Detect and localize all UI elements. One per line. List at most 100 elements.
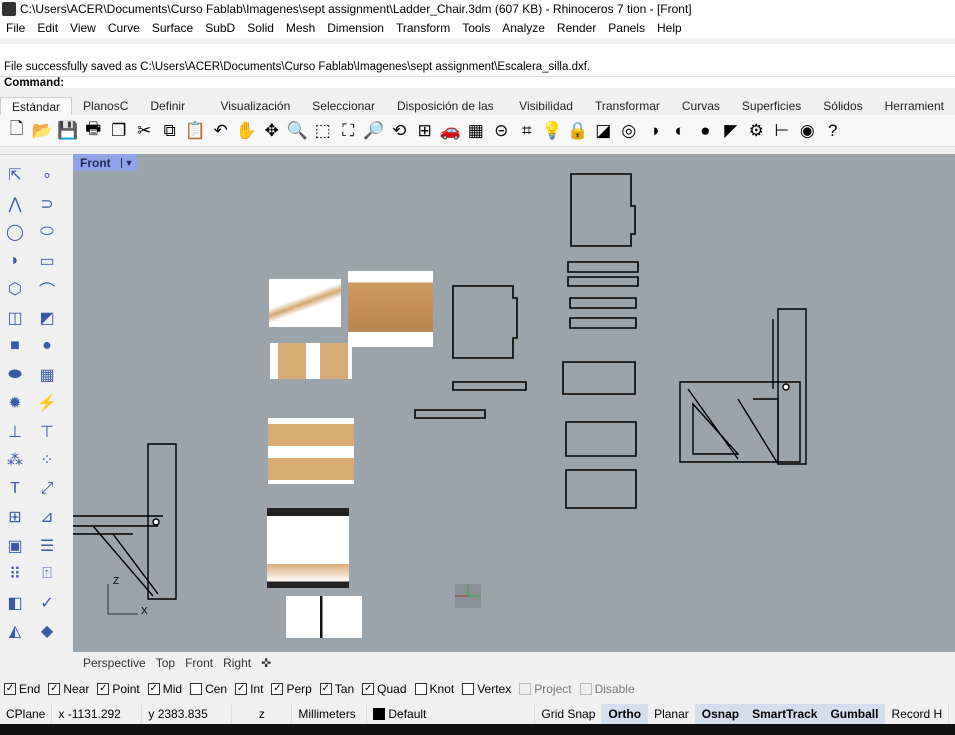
osnap-vertex[interactable]: Vertex [462,682,511,696]
dimension-icon[interactable]: ⊢ [769,119,795,143]
osnap-int[interactable]: ✓ Int [235,682,263,696]
rendered-sphere-icon[interactable]: ◐ [667,119,693,143]
light-icon[interactable]: 💡 [540,119,566,143]
check-icon[interactable]: ✓ [34,591,60,615]
menu-subd[interactable]: SubD [199,21,241,35]
osnap-near[interactable]: ✓ Near [48,682,89,696]
block-icon[interactable]: ▣ [2,534,28,558]
grid-icon[interactable]: ▦ [463,119,489,143]
checkbox[interactable]: ✓ [97,683,110,695]
checkbox[interactable] [519,683,532,695]
menu-tools[interactable]: Tools [456,21,496,35]
toolbar-tab[interactable]: Disposición de las vistas [386,97,508,131]
blue-sphere-icon[interactable]: ● [693,119,719,143]
menu-transform[interactable]: Transform [390,21,456,35]
osnap-cen[interactable]: Cen [190,682,227,696]
box-icon[interactable]: ■ [2,334,28,358]
reference-image[interactable] [270,343,352,379]
viewport-tab-front[interactable]: Front [180,656,218,670]
smarttrack-toggle[interactable]: SmartTrack [746,704,825,724]
zoom-window-icon[interactable]: ⬚ [310,119,336,143]
menu-solid[interactable]: Solid [241,21,280,35]
menu-curve[interactable]: Curve [102,21,146,35]
paste-icon[interactable]: 📋 [183,119,209,143]
surface-edge-icon[interactable]: ◩ [34,306,60,330]
new-icon[interactable]: 🗋 [4,119,30,143]
copy-icon[interactable]: ⧉ [157,119,183,143]
menu-help[interactable]: Help [651,21,688,35]
cylinder-icon[interactable]: ⬬ [2,363,28,387]
layout-icon[interactable]: ☰ [34,534,60,558]
current-layer[interactable]: Default [388,707,426,721]
color-wheel-icon[interactable]: ◎ [616,119,642,143]
transform-icon[interactable]: ⤢ [34,477,60,501]
car-icon[interactable]: 🚗 [438,119,464,143]
toolbar-tab[interactable]: Herramient [874,97,955,115]
toolbar-tab[interactable]: Visibilidad [508,97,584,115]
osnap-tan[interactable]: ✓ Tan [319,682,354,696]
rotate-icon[interactable]: ⟲ [387,119,413,143]
boolean-icon[interactable]: ⚡ [34,391,60,415]
select-icon[interactable]: ⇱ [2,163,28,187]
cplane-icon[interactable]: ⊝ [489,119,515,143]
viewport-title-tab[interactable]: Front ▼ [73,154,137,171]
chevron-down-icon[interactable]: ▼ [120,157,137,168]
cage-icon[interactable]: ⍐ [34,562,60,586]
reference-image[interactable] [286,596,362,638]
rotate-view-icon[interactable]: ✥ [259,119,285,143]
help-icon[interactable]: ? [820,119,846,143]
osnap-project[interactable]: Project [519,682,572,696]
osnap-toggle[interactable]: Osnap [695,704,747,724]
menu-surface[interactable]: Surface [146,21,199,35]
units[interactable]: Millimeters [292,704,368,724]
toolbar-tab[interactable]: Definir vista [139,97,209,131]
checkbox[interactable]: ✓ [319,683,332,695]
menu-edit[interactable]: Edit [31,21,64,35]
menu-file[interactable]: File [0,21,31,35]
front-viewport[interactable]: Front ▼ Z X [73,154,955,652]
osnap-perp[interactable]: ✓ Perp [271,682,312,696]
point-icon[interactable]: ∘ [34,163,60,187]
menu-mesh[interactable]: Mesh [280,21,321,35]
checkbox[interactable]: ✓ [48,683,61,695]
reference-image[interactable] [269,279,341,327]
menu-view[interactable]: View [64,21,102,35]
render-icon[interactable]: ◭ [2,619,28,643]
toolbar-tab[interactable]: Sólidos [812,97,873,115]
checkbox[interactable] [579,683,592,695]
zoom-icon[interactable]: 🔍 [285,119,311,143]
snap-icon[interactable]: ⌗ [514,119,540,143]
osnap-knot[interactable]: Knot [414,682,454,696]
material-icon[interactable]: ◆ [34,619,60,643]
checkbox[interactable] [414,683,427,695]
checkbox[interactable]: ✓ [235,683,248,695]
pan-icon[interactable]: ✋ [234,119,260,143]
reference-image[interactable] [268,418,354,484]
save-icon[interactable]: 💾 [55,119,81,143]
toolbar-tab[interactable]: Estándar [0,97,73,115]
osnap-end[interactable]: ✓ End [4,682,40,696]
toolbar-tab[interactable]: Seleccionar [301,97,386,115]
planar-toggle[interactable]: Planar [648,704,696,724]
cut-icon[interactable]: ✂ [132,119,158,143]
viewport-tab-perspective[interactable]: Perspective [78,656,151,670]
points-icon[interactable]: ⁘ [34,448,60,472]
viewports-icon[interactable]: ⊞ [412,119,438,143]
add-viewport-icon[interactable]: ✜ [256,656,276,670]
analyze-icon[interactable]: ◧ [2,591,28,615]
gumball-toggle[interactable]: Gumball [824,704,886,724]
toolbar-tab[interactable]: Superficies [731,97,812,115]
viewport-tab-right[interactable]: Right [218,656,256,670]
osnap-quad[interactable]: ✓ Quad [362,682,407,696]
reference-image[interactable] [348,271,433,347]
explode-icon[interactable]: ✹ [2,391,28,415]
circle-icon[interactable]: ◯ [2,220,28,244]
shaded-sphere-icon[interactable]: ◑ [642,119,668,143]
globe-icon[interactable]: ◉ [795,119,821,143]
fillet-icon[interactable]: ⌒ [34,277,60,301]
pointer-icon[interactable]: ◤ [718,119,744,143]
grid-snap-toggle[interactable]: Grid Snap [535,704,603,724]
osnap-disable[interactable]: Disable [579,682,635,696]
checkbox[interactable]: ✓ [147,683,160,695]
split-icon[interactable]: ⊥ [2,420,28,444]
